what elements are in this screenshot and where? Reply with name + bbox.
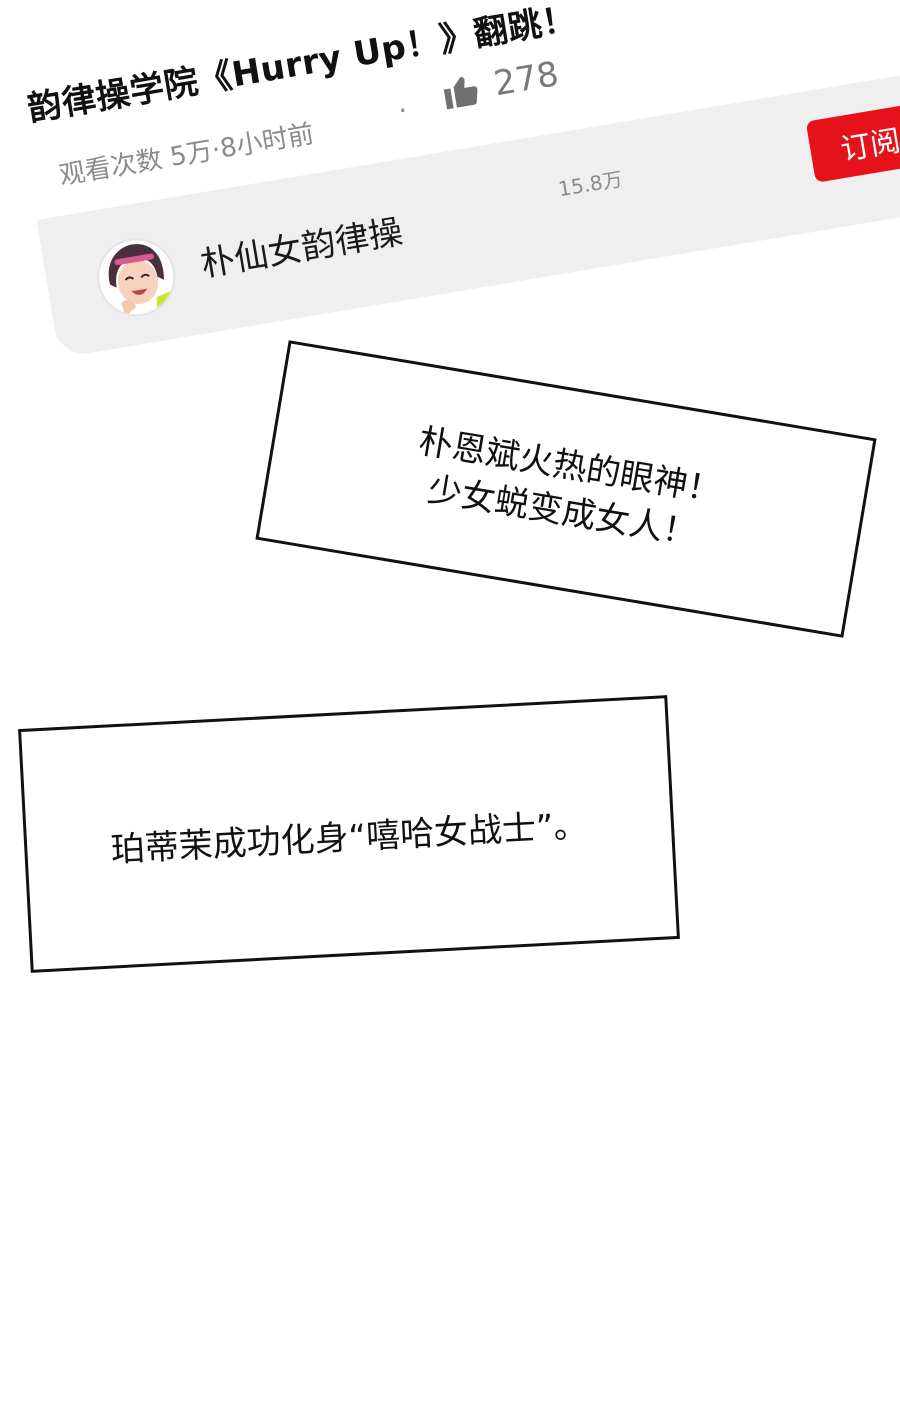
narration-box-2: 珀蒂茉成功化身“嘻哈女战士”。 [18,695,680,973]
channel-avatar[interactable] [91,232,182,323]
subscriber-count: 15.8万 [556,166,625,202]
subscribe-button[interactable]: 订阅 [805,101,900,183]
channel-name[interactable]: 朴仙女韵律操 [197,204,406,286]
like-button[interactable]: 278 [438,54,562,113]
avatar-illustration [108,244,179,317]
meta-separator: · [395,93,410,128]
like-count: 278 [491,54,562,105]
comic-page: 韵律操学院《Hurry Up！》翻跳！ 观看次数 5万·8小时前 · 278 朴… [0,0,900,1405]
narration-line: 珀蒂茉成功化身“嘻哈女战士”。 [109,805,589,870]
narration-text-1: 朴恩斌火热的眼神！ 少女蜕变成女人！ [408,418,725,559]
thumbs-up-icon [443,76,478,110]
